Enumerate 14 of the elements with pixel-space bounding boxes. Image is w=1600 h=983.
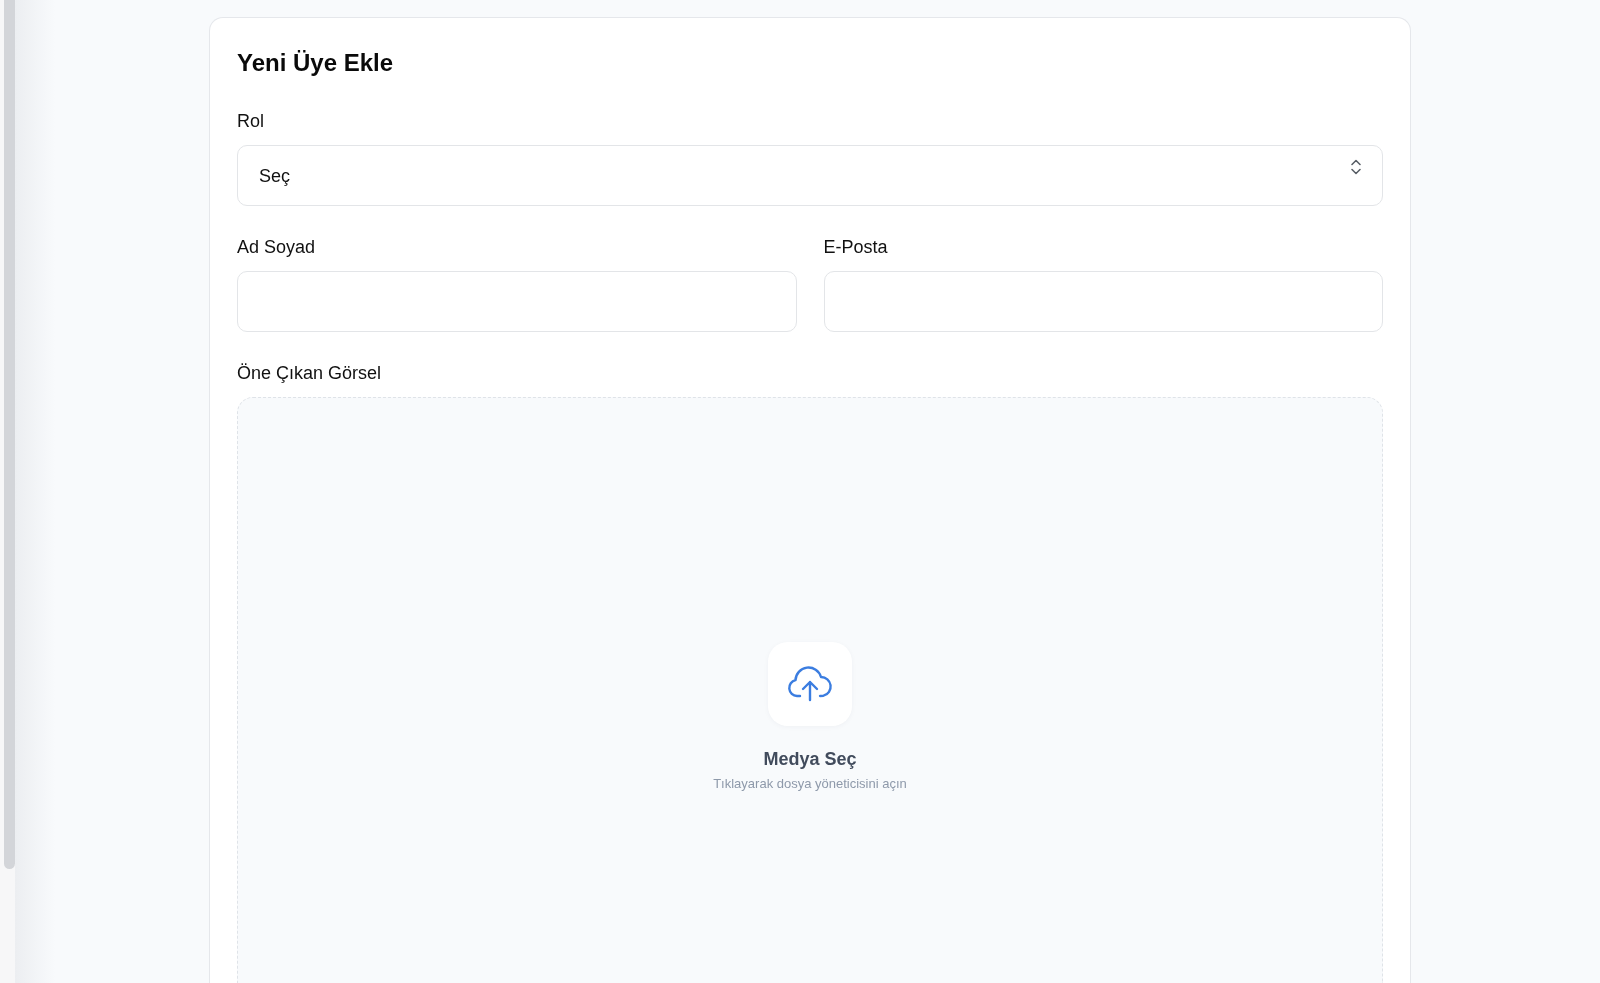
field-label: Rol [237, 110, 264, 132]
form-title: Yeni Üye Ekle [237, 48, 395, 78]
scrollbar-thumb[interactable] [4, 0, 15, 869]
chevron-up-down-icon [1351, 159, 1361, 175]
upload-dropzone[interactable]: Medya Seç Tıklayarak dosya yöneticisini açın [237, 397, 1383, 983]
field-label: Öne Çıkan Görsel [237, 362, 382, 384]
field-label: Ad Soyad [237, 236, 316, 258]
field-label: E-Posta [823, 236, 888, 258]
cloud-upload-icon [768, 642, 852, 726]
text-input[interactable] [823, 271, 1383, 332]
upload-title: Medya Seç [763, 748, 857, 770]
upload-hint: Tıklayarak dosya yöneticisini açın [713, 776, 907, 792]
text-input[interactable] [237, 271, 797, 332]
role-select[interactable]: Seç [237, 145, 1383, 206]
